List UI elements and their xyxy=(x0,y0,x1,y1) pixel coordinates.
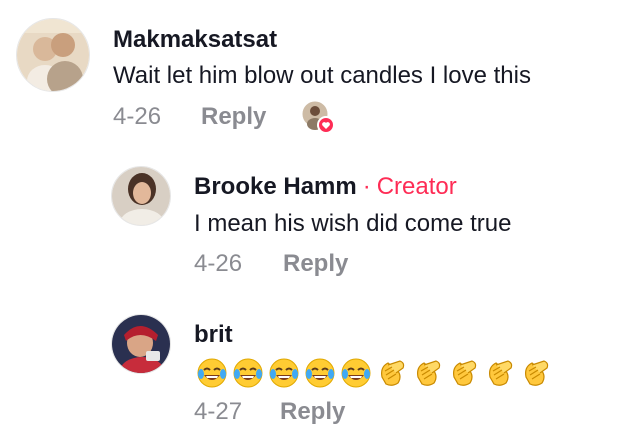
separator-dot: · xyxy=(362,173,371,200)
avatar[interactable] xyxy=(16,18,90,92)
clapping-hands-icon xyxy=(453,360,477,386)
face-with-tears-of-joy-icon xyxy=(233,358,263,388)
comment-emoji-text xyxy=(196,357,552,389)
clapping-hands-icon xyxy=(417,360,441,386)
comment-username[interactable]: Makmaksatsat xyxy=(113,26,277,54)
clapping-hands-icon xyxy=(525,360,549,386)
comment-date: 4-27 xyxy=(194,398,243,425)
creator-badge: Creator xyxy=(376,173,457,200)
reply-button[interactable]: Reply xyxy=(280,398,345,426)
clapping-hands-icon xyxy=(489,360,513,386)
face-with-tears-of-joy-icon xyxy=(341,358,371,388)
face-with-tears-of-joy-icon xyxy=(269,358,299,388)
comment-date: 4-26 xyxy=(194,250,243,277)
avatar[interactable] xyxy=(111,314,171,374)
comment-text: I mean his wish did come true xyxy=(194,210,512,237)
clapping-hands-icon xyxy=(381,360,405,386)
creator-liked-icon xyxy=(301,100,335,134)
reply-button[interactable]: Reply xyxy=(283,250,348,278)
comment-text: Wait let him blow out candles I love thi… xyxy=(113,62,531,89)
comment-date: 4-26 xyxy=(113,103,162,130)
face-with-tears-of-joy-icon xyxy=(305,358,335,388)
reply-button[interactable]: Reply xyxy=(201,103,266,131)
comment-username[interactable]: brit xyxy=(194,321,233,349)
username-text[interactable]: Brooke Hamm xyxy=(194,173,357,200)
avatar[interactable] xyxy=(111,166,171,226)
comment-username[interactable]: Brooke Hamm · Creator xyxy=(194,173,457,201)
face-with-tears-of-joy-icon xyxy=(197,358,227,388)
